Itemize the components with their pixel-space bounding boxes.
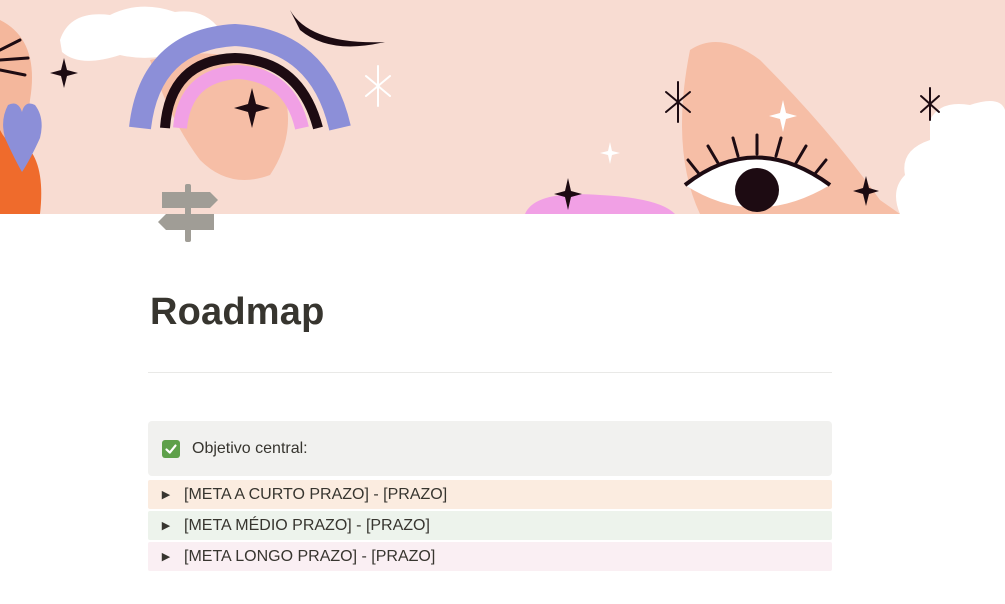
callout-text[interactable]: Objetivo central: [192, 440, 308, 458]
toggle-arrow-icon[interactable]: ▶ [156, 519, 176, 532]
toggle-label[interactable]: [META MÉDIO PRAZO] - [PRAZO] [184, 517, 430, 535]
toggle-arrow-icon[interactable]: ▶ [156, 550, 176, 563]
toggle-arrow-icon[interactable]: ▶ [156, 488, 176, 501]
cover-image [0, 0, 1005, 214]
toggle-label[interactable]: [META LONGO PRAZO] - [PRAZO] [184, 548, 435, 566]
toggle-label[interactable]: [META A CURTO PRAZO] - [PRAZO] [184, 486, 447, 504]
signpost-icon[interactable] [152, 180, 224, 246]
callout-block[interactable]: Objetivo central: [148, 421, 832, 476]
page-title[interactable]: Roadmap [150, 286, 325, 338]
check-box-icon[interactable] [162, 439, 180, 458]
toggle-block-long-term[interactable]: ▶ [META LONGO PRAZO] - [PRAZO] [148, 542, 832, 571]
toggle-block-short-term[interactable]: ▶ [META A CURTO PRAZO] - [PRAZO] [148, 480, 832, 509]
toggle-block-medium-term[interactable]: ▶ [META MÉDIO PRAZO] - [PRAZO] [148, 511, 832, 540]
divider [148, 372, 832, 373]
